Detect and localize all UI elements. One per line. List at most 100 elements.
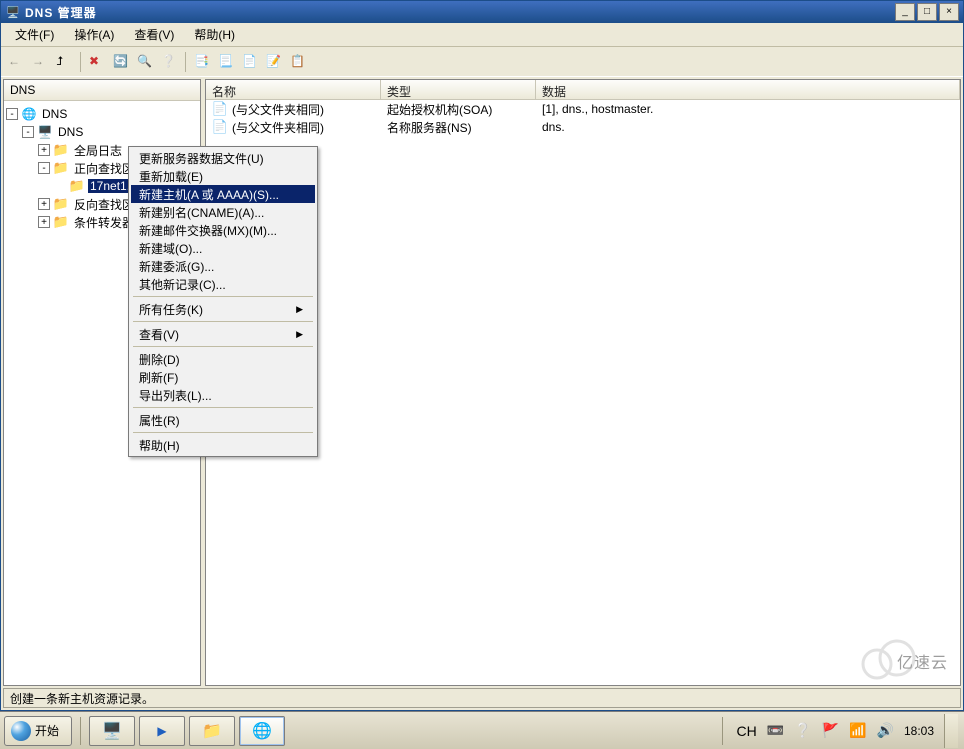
tray-flag-icon[interactable]: 🚩 <box>822 722 839 739</box>
context-menu-item[interactable]: 新建委派(G)... <box>131 257 315 275</box>
taskbar-separator <box>80 717 81 745</box>
menu-item-label: 删除(D) <box>139 351 180 368</box>
arrow-up-icon: ⮥ <box>56 54 72 70</box>
context-menu-item[interactable]: 删除(D) <box>131 350 315 368</box>
system-tray: CH 📼 ❔ 🚩 📶 🔊 18:03 <box>712 714 964 748</box>
folder-icon <box>53 196 69 212</box>
close-button[interactable]: × <box>939 3 959 21</box>
list-row[interactable]: (与父文件夹相同)起始授权机构(SOA)[1], dns., hostmaste… <box>206 100 960 118</box>
menu-item-label: 新建别名(CNAME)(A)... <box>139 204 264 221</box>
titlebar[interactable]: 🖥️ DNS 管理器 _ □ × <box>1 1 963 23</box>
expand-toggle[interactable]: + <box>38 216 50 228</box>
delete-button[interactable]: ✖ <box>86 51 108 73</box>
taskbar-app-server[interactable]: 🖥️ <box>89 716 135 746</box>
menu-item-label: 所有任务(K) <box>139 301 203 318</box>
folder-icon <box>53 214 69 230</box>
context-menu-item[interactable]: 导出列表(L)... <box>131 386 315 404</box>
context-menu-item[interactable]: 其他新记录(C)... <box>131 275 315 293</box>
context-menu-item[interactable]: 属性(R) <box>131 411 315 429</box>
context-menu-item[interactable]: 新建主机(A 或 AAAA)(S)... <box>131 185 315 203</box>
refresh-icon: 🔄 <box>113 54 129 70</box>
expand-toggle[interactable]: + <box>38 144 50 156</box>
tree-label: 全局日志 <box>72 142 124 159</box>
back-button[interactable]: ← <box>5 51 27 73</box>
column-name[interactable]: 名称 <box>206 80 381 99</box>
tool-button-1[interactable]: 📑 <box>191 51 213 73</box>
context-menu-item[interactable]: 新建邮件交换器(MX)(M)... <box>131 221 315 239</box>
tool-button-2[interactable]: 📃 <box>215 51 237 73</box>
column-type[interactable]: 类型 <box>381 80 536 99</box>
tree-server[interactable]: - DNS <box>6 123 198 141</box>
toolbar-separator <box>80 52 81 72</box>
minimize-button[interactable]: _ <box>895 3 915 21</box>
menu-item-label: 刷新(F) <box>139 369 178 386</box>
context-menu-item[interactable]: 更新服务器数据文件(U) <box>131 149 315 167</box>
menu-item-label: 其他新记录(C)... <box>139 276 226 293</box>
expand-toggle[interactable]: - <box>38 162 50 174</box>
tree-root[interactable]: - DNS <box>6 105 198 123</box>
context-menu-item[interactable]: 新建域(O)... <box>131 239 315 257</box>
listview-header: 名称 类型 数据 <box>206 80 960 100</box>
taskbar-app-powershell[interactable]: ▶ <box>139 716 185 746</box>
properties-button[interactable]: 🔍 <box>134 51 156 73</box>
help-button[interactable]: ❔ <box>158 51 180 73</box>
doc-icon: 📄 <box>242 54 258 70</box>
tray-help-icon[interactable]: ❔ <box>794 722 811 739</box>
tray-network-icon[interactable]: 📶 <box>849 722 866 739</box>
tray-volume-icon[interactable]: 🔊 <box>877 722 894 739</box>
column-data[interactable]: 数据 <box>536 80 960 99</box>
status-text: 创建一条新主机资源记录。 <box>10 690 154 707</box>
context-menu-item[interactable]: 刷新(F) <box>131 368 315 386</box>
menu-file[interactable]: 文件(F) <box>5 22 64 47</box>
tree-label: 条件转发器 <box>72 214 136 231</box>
context-menu-item[interactable]: 重新加载(E) <box>131 167 315 185</box>
tool-button-3[interactable]: 📄 <box>239 51 261 73</box>
tool-button-5[interactable]: 📋 <box>287 51 309 73</box>
clock[interactable]: 18:03 <box>904 724 934 738</box>
arrow-right-icon: → <box>32 54 48 70</box>
context-menu-item[interactable]: 查看(V)▶ <box>131 325 315 343</box>
menu-view[interactable]: 查看(V) <box>124 22 184 47</box>
folder-icon <box>53 142 69 158</box>
context-menu-item[interactable]: 新建别名(CNAME)(A)... <box>131 203 315 221</box>
doc-icon: 📝 <box>266 54 282 70</box>
tray-icon[interactable]: 📼 <box>767 722 784 739</box>
expand-toggle[interactable]: - <box>6 108 18 120</box>
menu-separator <box>133 407 313 408</box>
context-menu-item[interactable]: 帮助(H) <box>131 436 315 454</box>
show-desktop-button[interactable] <box>944 714 958 748</box>
menu-item-label: 新建委派(G)... <box>139 258 214 275</box>
context-menu-item[interactable]: 所有任务(K)▶ <box>131 300 315 318</box>
taskbar-app-explorer[interactable]: 📁 <box>189 716 235 746</box>
maximize-button[interactable]: □ <box>917 3 937 21</box>
menubar: 文件(F) 操作(A) 查看(V) 帮助(H) <box>1 23 963 47</box>
menu-separator <box>133 346 313 347</box>
forward-button[interactable]: → <box>29 51 51 73</box>
cell-type: 起始授权机构(SOA) <box>381 101 536 118</box>
toolbar-separator <box>185 52 186 72</box>
cell-name: (与父文件夹相同) <box>232 119 324 136</box>
expand-toggle[interactable]: - <box>22 126 34 138</box>
menu-item-label: 导出列表(L)... <box>139 387 212 404</box>
refresh-button[interactable]: 🔄 <box>110 51 132 73</box>
taskbar-app-dns[interactable]: 🌐 <box>239 716 285 746</box>
cell-data: [1], dns., hostmaster. <box>536 102 960 116</box>
record-icon <box>212 101 228 117</box>
lang-indicator[interactable]: CH <box>737 723 757 739</box>
tool-button-4[interactable]: 📝 <box>263 51 285 73</box>
list-row[interactable]: (与父文件夹相同)名称服务器(NS)dns. <box>206 118 960 136</box>
expand-toggle[interactable]: + <box>38 198 50 210</box>
up-button[interactable]: ⮥ <box>53 51 75 73</box>
list-pane: 名称 类型 数据 (与父文件夹相同)起始授权机构(SOA)[1], dns., … <box>205 79 961 686</box>
app-icon: 🖥️ <box>5 4 21 20</box>
start-label: 开始 <box>35 722 59 739</box>
window-title: DNS 管理器 <box>25 4 895 21</box>
start-button[interactable]: 开始 <box>4 716 72 746</box>
menu-help[interactable]: 帮助(H) <box>184 22 245 47</box>
menu-action[interactable]: 操作(A) <box>64 22 124 47</box>
window-controls: _ □ × <box>895 3 959 21</box>
windows-orb-icon <box>11 721 31 741</box>
search-icon: 🔍 <box>137 54 153 70</box>
expand-toggle <box>54 180 66 192</box>
menu-item-label: 更新服务器数据文件(U) <box>139 150 264 167</box>
